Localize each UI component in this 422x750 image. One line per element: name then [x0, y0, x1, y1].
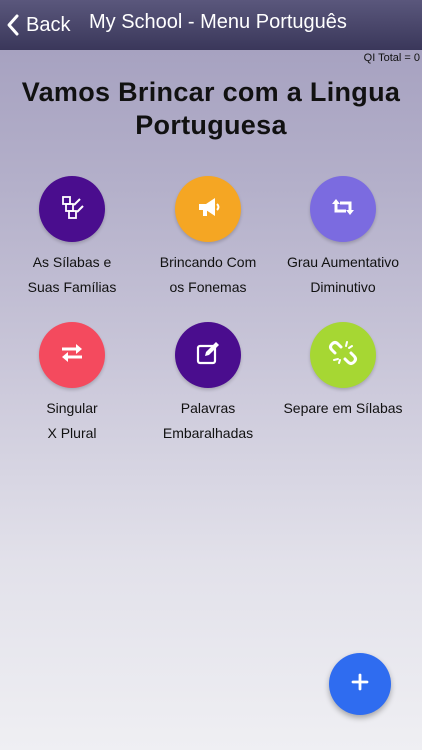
menu-item-circle: [175, 176, 241, 242]
menu-item-circle: [39, 322, 105, 388]
edit-icon: [193, 338, 223, 373]
menu-item-singular-plural[interactable]: Singular X Plural: [2, 322, 142, 446]
menu-item-label: As Sílabas e Suas Famílias: [2, 250, 142, 300]
page-title-line2: Portuguesa: [135, 110, 287, 140]
page-title-line1: Vamos Brincar com a Lingua: [21, 77, 401, 107]
menu-item-circle: [310, 176, 376, 242]
menu-item-circle: [175, 322, 241, 388]
retweet-icon: [328, 192, 358, 227]
menu-item-label-line1: Separe em Sílabas: [283, 400, 403, 416]
back-button[interactable]: Back: [6, 9, 70, 41]
qi-total-counter: QI Total = 0: [363, 52, 420, 64]
blocks-icon: [57, 192, 87, 227]
back-label: Back: [26, 13, 71, 36]
menu-item-grau-aumentativo[interactable]: Grau Aumentativo Diminutivo: [273, 176, 413, 300]
menu-item-label: Brincando Com os Fonemas: [138, 250, 278, 300]
menu-item-label: Palavras Embaralhadas: [138, 396, 278, 446]
menu-item-circle: [39, 176, 105, 242]
app-screen: Back My School - Menu Português QI Total…: [0, 0, 422, 750]
menu-item-label: Grau Aumentativo Diminutivo: [273, 250, 413, 300]
megaphone-icon: [193, 192, 223, 227]
menu-item-label-line2: Embaralhadas: [162, 425, 254, 441]
menu-item-label: Singular X Plural: [2, 396, 142, 446]
menu-item-label-line2: os Fonemas: [169, 279, 247, 295]
menu-item-label-line1: Singular: [46, 400, 98, 416]
menu-item-label: Separe em Sílabas: [273, 396, 413, 421]
menu-item-silabas-familias[interactable]: As Sílabas e Suas Famílias: [2, 176, 142, 300]
header-bar: Back My School - Menu Português: [0, 0, 422, 50]
plus-icon: [348, 670, 372, 699]
page-title: Vamos Brincar com a Lingua Portuguesa: [0, 76, 422, 142]
header-title: My School - Menu Português: [89, 11, 347, 33]
exchange-icon: [57, 338, 87, 373]
menu-item-palavras-embaralhadas[interactable]: Palavras Embaralhadas: [138, 322, 278, 446]
menu-item-label-line1: Brincando Com: [159, 254, 257, 270]
menu-item-circle: [310, 322, 376, 388]
menu-item-label-line1: Palavras: [180, 400, 236, 416]
chevron-left-icon: [6, 13, 20, 37]
menu-item-label-line2: X Plural: [47, 425, 97, 441]
menu-item-label-line2: Suas Famílias: [27, 279, 117, 295]
add-fab-button[interactable]: [329, 653, 391, 715]
menu-item-fonemas[interactable]: Brincando Com os Fonemas: [138, 176, 278, 300]
menu-item-label-line2: Diminutivo: [310, 279, 376, 295]
menu-item-label-line1: Grau Aumentativo: [286, 254, 400, 270]
menu-item-label-line1: As Sílabas e: [32, 254, 112, 270]
broken-link-icon: [328, 338, 358, 373]
menu-item-separe-silabas[interactable]: Separe em Sílabas: [273, 322, 413, 421]
